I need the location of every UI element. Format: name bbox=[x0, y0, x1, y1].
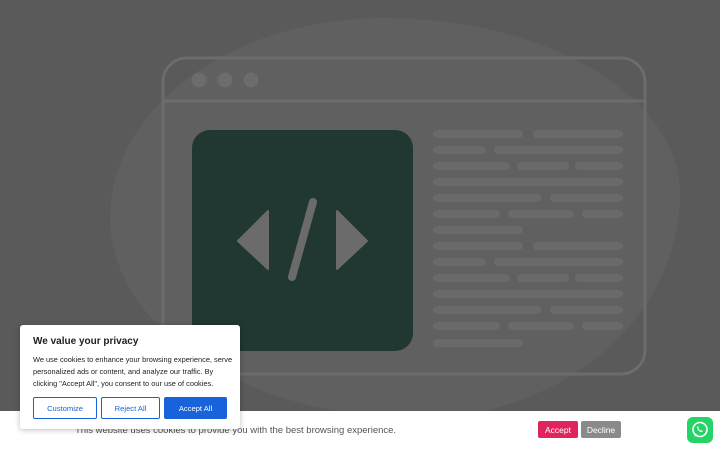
accept-button[interactable]: Accept bbox=[538, 421, 578, 438]
text-placeholder-lines bbox=[433, 130, 623, 347]
consent-description: We use cookies to enhance your browsing … bbox=[33, 355, 233, 388]
whatsapp-icon bbox=[692, 421, 708, 438]
window-dot-icon bbox=[191, 72, 207, 88]
whatsapp-chat-button[interactable] bbox=[687, 417, 713, 443]
customize-button[interactable]: Customize bbox=[33, 397, 97, 419]
reject-all-button[interactable]: Reject All bbox=[101, 397, 160, 419]
code-symbol-icon bbox=[192, 130, 413, 351]
decline-button[interactable]: Decline bbox=[581, 421, 621, 438]
accept-all-button[interactable]: Accept All bbox=[164, 397, 227, 419]
privacy-consent-dialog: We value your privacy We use cookies to … bbox=[20, 325, 240, 429]
window-dot-icon bbox=[243, 72, 259, 88]
consent-title: We value your privacy bbox=[33, 336, 139, 347]
window-dot-icon bbox=[217, 72, 233, 88]
